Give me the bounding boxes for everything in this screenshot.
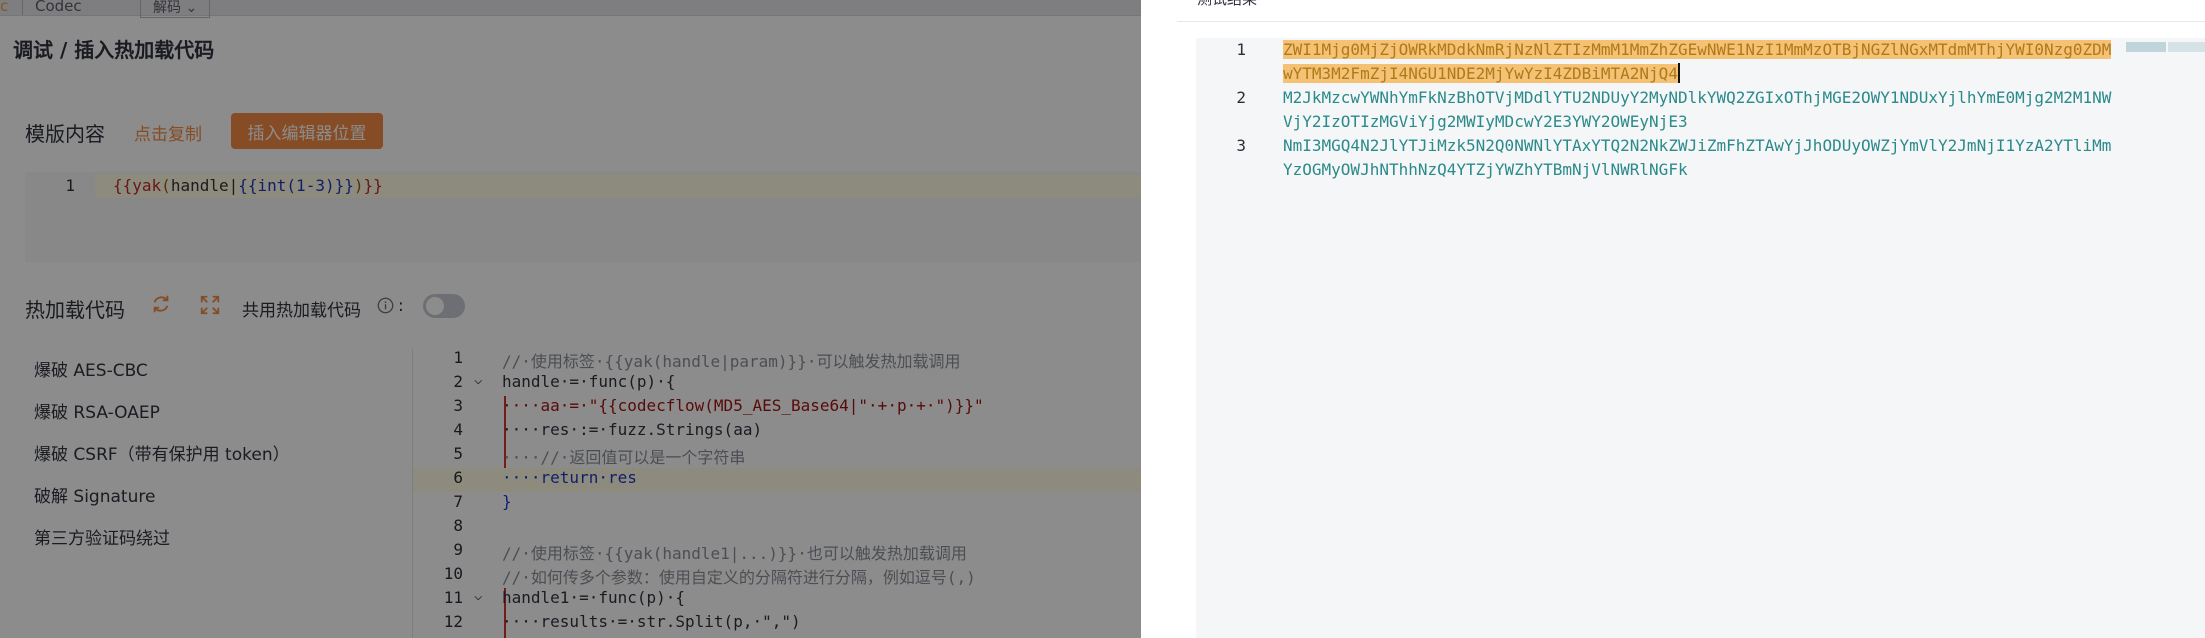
modal-mask[interactable] (0, 0, 1141, 638)
selected-text[interactable]: ZWI1Mjg0MjZjOWRkMDdkNmRjNzNlZTIzMmM1MmZh… (1283, 40, 2112, 83)
result-viewer[interactable]: 1 ZWI1Mjg0MjZjOWRkMDdkNmRjNzNlZTIzMmM1Mm… (1196, 38, 2205, 638)
result-drawer: 测试结果 1 ZWI1Mjg0MjZjOWRkMDdkNmRjNzNlZTIzM… (1141, 0, 2205, 638)
left-page: c Codec 解码 ⌄ 调试 / 插入热加载代码 模版内容 点击复制 插入编辑… (0, 0, 1141, 638)
drawer-divider (1177, 21, 2205, 22)
minimap[interactable] (2126, 42, 2205, 52)
drawer-title: 测试结果 (1197, 0, 1257, 9)
text-caret (1677, 63, 1680, 83)
